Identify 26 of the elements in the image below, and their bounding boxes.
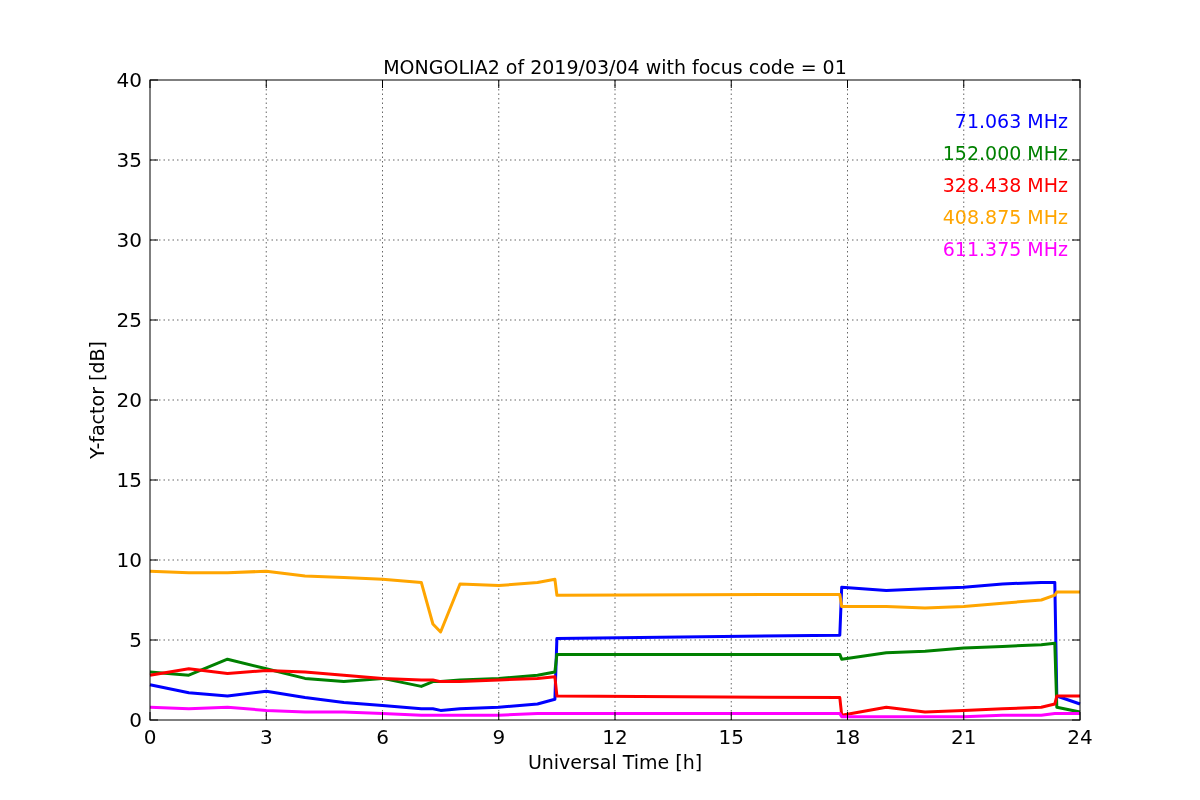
tick-label: 10 — [116, 548, 142, 572]
legend-entry: 71.063 MHz — [954, 110, 1068, 132]
legend-entry: 152.000 MHz — [942, 142, 1068, 164]
tick-label: 5 — [129, 628, 142, 652]
tick-label: 25 — [116, 308, 142, 332]
tick-label: 21 — [951, 725, 977, 749]
tick-label: 30 — [116, 228, 142, 252]
axis-label: Universal Time [h] — [527, 751, 703, 773]
legend-entry: 328.438 MHz — [942, 174, 1068, 196]
tick-label: 15 — [718, 725, 744, 749]
tick-label: 35 — [116, 148, 142, 172]
tick-label: 9 — [492, 725, 506, 749]
tick-label: 6 — [376, 725, 389, 749]
tick-label: 20 — [116, 388, 142, 412]
axis-label: Y-factor [dB] — [86, 341, 108, 459]
tick-label: 3 — [259, 725, 273, 749]
tick-label: 0 — [129, 708, 142, 732]
tick-label: 15 — [116, 468, 142, 492]
legend-entry: 611.375 MHz — [942, 238, 1068, 260]
tick-label: 24 — [1067, 725, 1093, 749]
tick-label: 18 — [834, 725, 861, 749]
tick-label: 0 — [143, 725, 157, 749]
legend-entry: 408.875 MHz — [942, 206, 1068, 228]
tick-label: 12 — [602, 725, 628, 749]
tick-label: 40 — [116, 68, 142, 92]
chart-title: MONGOLIA2 of 2019/03/04 with focus code = 01 — [383, 56, 847, 78]
